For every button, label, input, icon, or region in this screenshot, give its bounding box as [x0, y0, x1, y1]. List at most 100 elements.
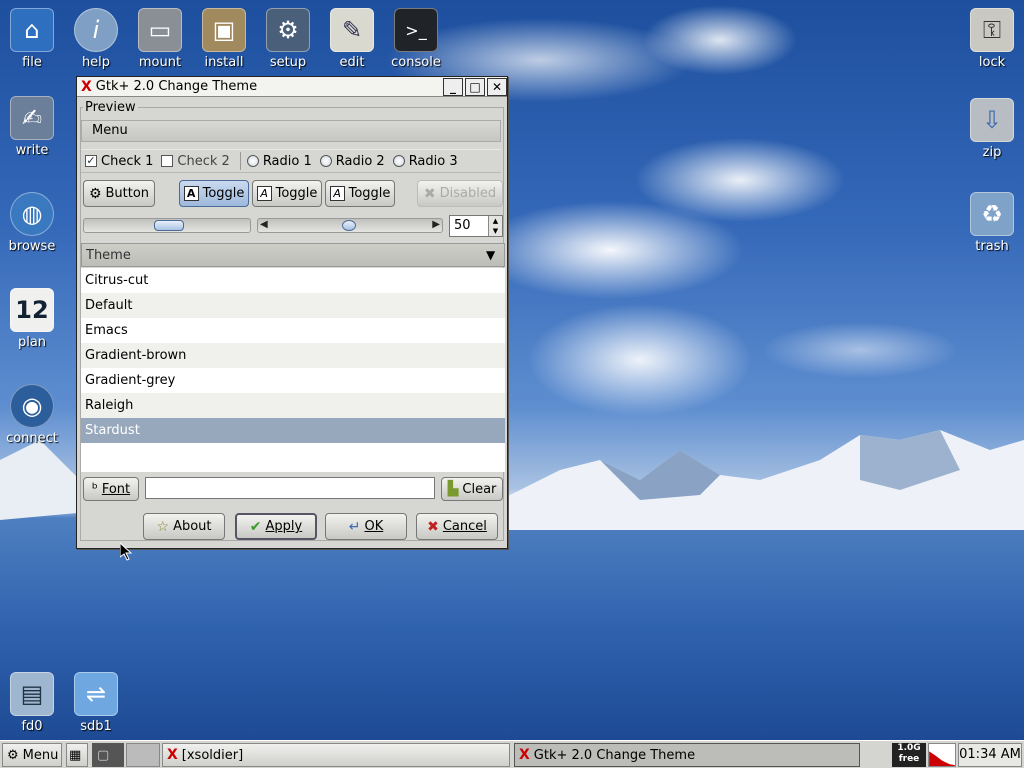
show-desktop-button[interactable]: ▦ — [66, 743, 88, 767]
theme-list[interactable]: Citrus-cut Default Emacs Gradient-brown … — [81, 268, 505, 472]
desktop-icon-edit[interactable]: ✎ edit — [317, 8, 387, 70]
toggle-1-label: Toggle — [202, 186, 245, 201]
toggle-button-2[interactable]: A Toggle — [252, 180, 322, 207]
font-button[interactable]: ᵇ Font — [83, 477, 139, 501]
desktop-icon-help[interactable]: i help — [61, 8, 131, 70]
font-input[interactable] — [145, 477, 435, 499]
clock[interactable]: 01:34 AM — [958, 743, 1022, 767]
scroll-right-icon[interactable]: ▶ — [432, 219, 440, 230]
theme-row[interactable]: Default — [81, 293, 505, 318]
window-title: Gtk+ 2.0 Change Theme — [95, 79, 258, 94]
cancel-button[interactable]: ✖ Cancel — [416, 513, 498, 540]
desktop-icon-install[interactable]: ▣ install — [189, 8, 259, 70]
close-icon: ✕ — [491, 79, 503, 94]
desktop-icon-file[interactable]: ⌂ file — [0, 8, 67, 70]
desktop-icon-fd0[interactable]: ▤ fd0 — [0, 672, 67, 734]
radio-2[interactable]: Radio 2 — [319, 153, 385, 169]
memory-label: free — [898, 754, 920, 764]
toggle-button-1[interactable]: A Toggle — [179, 180, 249, 207]
radio-1[interactable]: Radio 1 — [246, 154, 312, 169]
desktop-icon-lock[interactable]: ⚿ lock — [957, 8, 1024, 70]
setup-icon: ⚙ — [266, 8, 310, 52]
desktop-icon-write[interactable]: ✍ write — [0, 96, 67, 158]
scrollbar-thumb[interactable] — [342, 220, 356, 231]
preview-button[interactable]: ⚙ Button — [83, 180, 155, 207]
window-titlebar[interactable]: X Gtk+ 2.0 Change Theme _ □ ✕ — [77, 77, 507, 97]
action-row: ☆ About ✔ Apply ↵ OK ✖ Cancel — [81, 513, 505, 541]
spin-button[interactable]: 50 ▲ ▼ — [449, 215, 503, 237]
enter-arrow-icon: ↵ — [348, 518, 361, 535]
mouse-cursor-icon — [120, 543, 132, 561]
sort-down-icon[interactable]: ▼ — [486, 248, 504, 262]
spin-up-icon[interactable]: ▲ — [489, 216, 502, 226]
minimize-button[interactable]: _ — [443, 77, 463, 96]
theme-row[interactable]: Gradient-brown — [81, 343, 505, 368]
minimize-icon: _ — [450, 79, 456, 94]
slider-thumb[interactable] — [154, 220, 184, 231]
task-change-theme[interactable]: X Gtk+ 2.0 Change Theme — [514, 743, 860, 767]
desktop-icon-trash[interactable]: ♻ trash — [957, 192, 1024, 254]
desktop-icon-plan[interactable]: 12 plan — [0, 288, 67, 350]
workspace-1[interactable]: ▢ — [92, 743, 124, 767]
desktop-icon-connect[interactable]: ◉ connect — [0, 384, 67, 446]
radio-3-label: Radio 3 — [408, 153, 458, 169]
cancel-button-label: Cancel — [442, 519, 487, 534]
check-2[interactable]: Check 2 — [161, 153, 230, 169]
connect-icon: ◉ — [10, 384, 54, 428]
desktop-icon-label: edit — [339, 55, 365, 70]
about-button-label: About — [173, 519, 212, 534]
radio-3[interactable]: Radio 3 — [392, 153, 458, 169]
disabled-x-icon: ✖ — [423, 185, 436, 202]
font-icon: ᵇ — [91, 481, 98, 497]
theme-list-header[interactable]: Theme ▼ — [81, 243, 505, 267]
spin-value[interactable]: 50 — [450, 216, 488, 236]
menu-item[interactable]: Menu — [92, 123, 128, 138]
desktop-icon-label: file — [22, 55, 42, 70]
theme-row[interactable]: Gradient-grey — [81, 368, 505, 393]
pen-icon: ✎ — [330, 8, 374, 52]
close-button[interactable]: ✕ — [487, 77, 507, 96]
gear-icon: ⚙ — [88, 185, 102, 202]
change-theme-window: X Gtk+ 2.0 Change Theme _ □ ✕ Preview Me… — [76, 76, 508, 549]
desktop-icon-label: mount — [138, 55, 182, 70]
scroll-left-icon[interactable]: ◀ — [260, 219, 268, 230]
x-logo-icon: X — [519, 747, 530, 763]
spin-arrows[interactable]: ▲ ▼ — [488, 216, 502, 236]
ok-button[interactable]: ↵ OK — [325, 513, 407, 540]
maximize-button[interactable]: □ — [465, 77, 485, 96]
font-button-label: Font — [101, 481, 131, 497]
toggle-2-label: Toggle — [275, 186, 318, 201]
desktop-icon-setup[interactable]: ⚙ setup — [253, 8, 323, 70]
x-logo-icon: X — [167, 747, 178, 763]
toggle-button-3[interactable]: A Toggle — [325, 180, 395, 207]
theme-row[interactable]: Emacs — [81, 318, 505, 343]
desktop-icon-zip[interactable]: ⇩ zip — [957, 98, 1024, 160]
theme-row[interactable]: Citrus-cut — [81, 268, 505, 293]
radio-2-label: Radio 2 — [335, 153, 385, 169]
horizontal-slider[interactable] — [83, 218, 251, 233]
check-1-label: Check 1 — [101, 153, 154, 169]
workspace-2[interactable] — [126, 743, 160, 767]
start-menu-button[interactable]: ⚙ Menu — [2, 743, 62, 767]
desktop-icon-console[interactable]: >_ console — [381, 8, 451, 70]
spin-down-icon[interactable]: ▼ — [489, 226, 502, 236]
globe-icon: ◍ — [10, 192, 54, 236]
desktop-icon-mount[interactable]: ▭ mount — [125, 8, 195, 70]
desktop-icon-browse[interactable]: ◍ browse — [0, 192, 67, 254]
clear-button[interactable]: ▙ Clear — [441, 477, 503, 501]
taskbar: ⚙ Menu ▦ ▢ X [xsoldier] X Gtk+ 2.0 Chang… — [0, 740, 1024, 768]
theme-row[interactable]: Raleigh — [81, 393, 505, 418]
check-1[interactable]: ✓ Check 1 — [85, 154, 153, 169]
package-icon: ▣ — [202, 8, 246, 52]
apply-button[interactable]: ✔ Apply — [235, 513, 317, 540]
desktop-icon-label: install — [204, 55, 244, 70]
desktop-icon-sdb1[interactable]: ⇌ sdb1 — [61, 672, 131, 734]
memory-value: 1.0G — [897, 743, 921, 753]
desktop-icon-label: fd0 — [21, 719, 43, 734]
horizontal-scrollbar[interactable]: ◀ ▶ — [257, 218, 443, 233]
task-xsoldier[interactable]: X [xsoldier] — [162, 743, 510, 767]
about-button[interactable]: ☆ About — [143, 513, 225, 540]
theme-row-selected[interactable]: Stardust — [81, 418, 505, 443]
menu-bar[interactable]: Menu — [81, 120, 501, 142]
check-2-label: Check 2 — [177, 153, 230, 169]
